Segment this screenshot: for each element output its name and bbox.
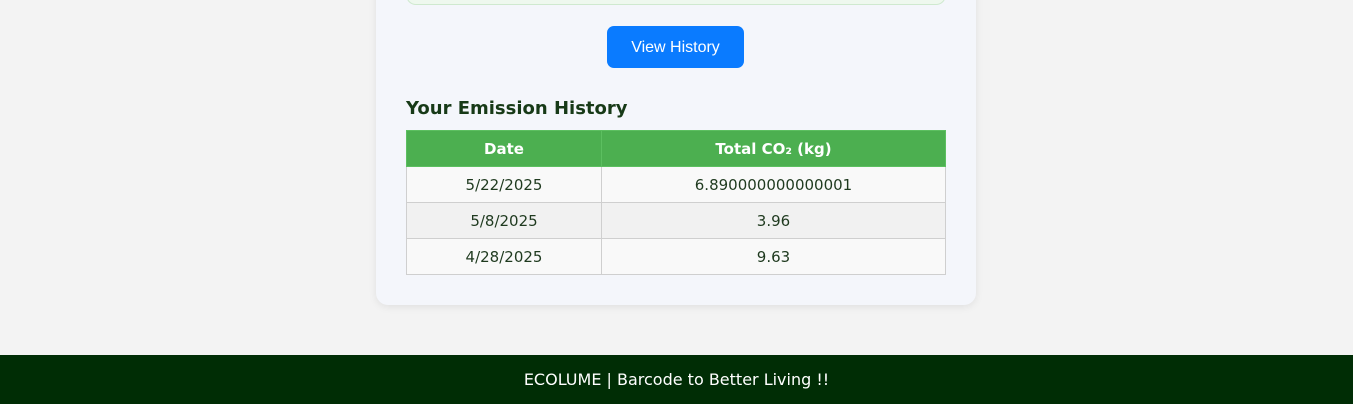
total-co2-cell: 9.63: [601, 238, 946, 275]
total-co2-cell: 3.96: [601, 202, 946, 239]
history-title: Your Emission History: [406, 98, 628, 119]
footer-text: ECOLUME | Barcode to Better Living !!: [0, 355, 1353, 404]
emission-card: View History Your Emission History Date …: [376, 0, 976, 305]
date-cell: 5/8/2025: [406, 202, 602, 239]
date-cell: 4/28/2025: [406, 238, 602, 275]
table-row: 4/28/2025 9.63: [406, 238, 946, 275]
table-header-row: Date Total CO₂ (kg): [406, 130, 946, 167]
column-header-total-co2: Total CO₂ (kg): [601, 130, 946, 167]
table-row: 5/8/2025 3.96: [406, 202, 946, 239]
history-table: Date Total CO₂ (kg) 5/22/2025 6.89000000…: [406, 130, 946, 275]
column-header-date: Date: [406, 130, 602, 167]
date-cell: 5/22/2025: [406, 166, 602, 203]
result-box: [406, 0, 946, 5]
view-history-button[interactable]: View History: [607, 26, 744, 68]
table-row: 5/22/2025 6.890000000000001: [406, 166, 946, 203]
total-co2-cell: 6.890000000000001: [601, 166, 946, 203]
